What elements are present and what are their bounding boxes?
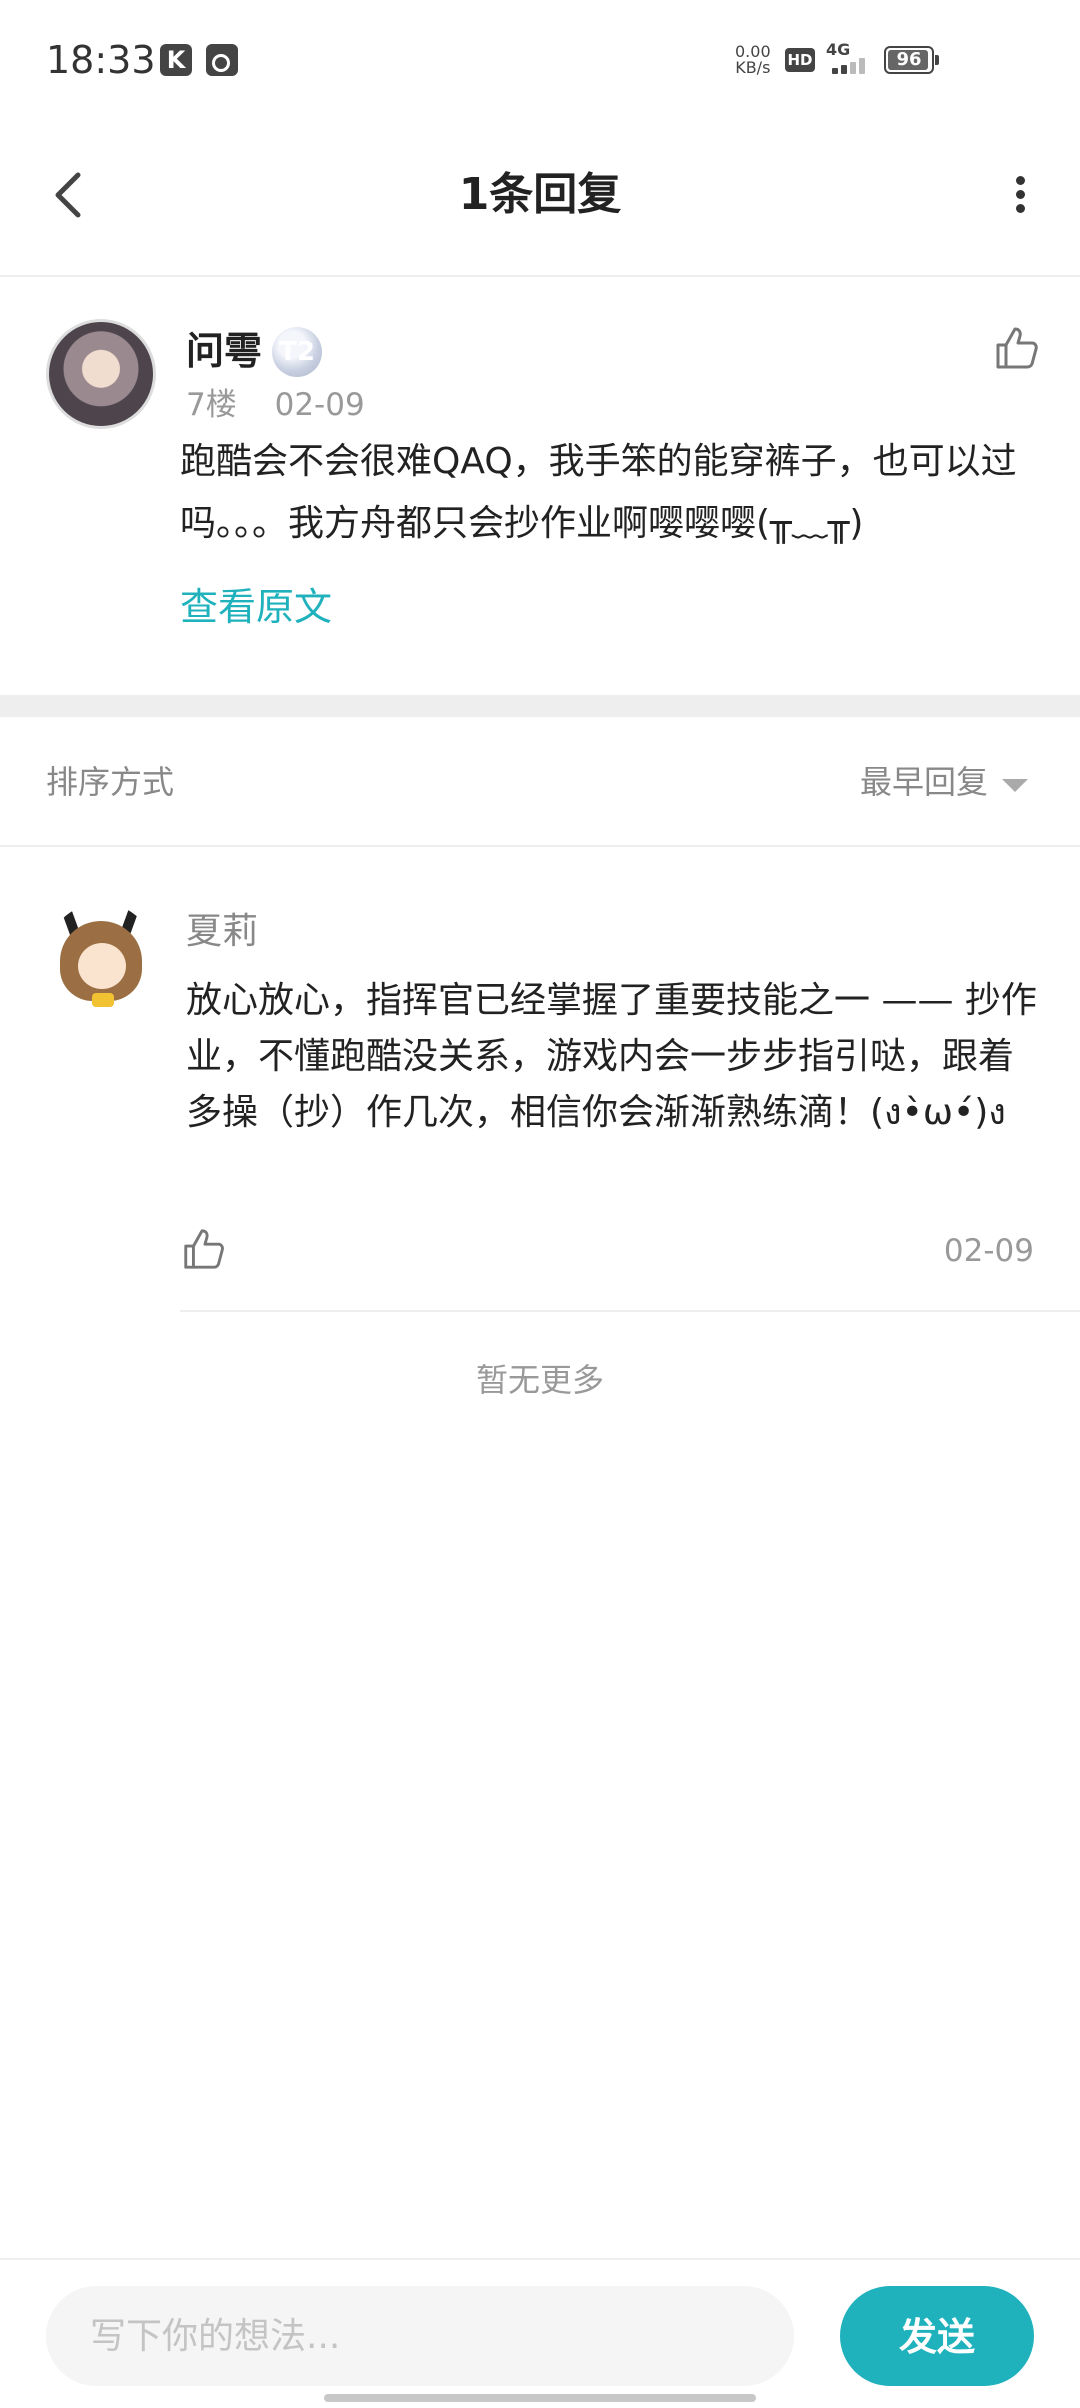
reply-avatar[interactable] [46, 903, 156, 1013]
view-original-link[interactable]: 查看原文 [180, 577, 332, 637]
original-comment: 问雩 T2 7楼 02-09 跑酷会不会很难QAQ，我手笨的能穿裤子，也可以过吗… [0, 277, 1080, 695]
status-bar: 18:33 K 0.00 KB/s HD 4G 96 [0, 0, 1080, 120]
network-speed-unit: KB/s [735, 58, 771, 77]
section-divider [0, 695, 1080, 717]
thumbs-up-icon [996, 327, 1038, 369]
avatar[interactable] [46, 319, 156, 429]
top-app-bar: 1条回复 [0, 120, 1080, 277]
user-level-badge: T2 [272, 327, 322, 377]
no-more-text: 暂无更多 [475, 1361, 604, 1399]
post-meta: 7楼 02-09 [186, 385, 365, 425]
comment-input[interactable] [46, 2286, 794, 2386]
sort-dropdown[interactable]: 最早回复 [860, 757, 1028, 807]
reply-username[interactable]: 夏莉 [186, 907, 258, 957]
app-notification-icon: K [160, 44, 192, 76]
thumbs-up-icon [184, 1229, 224, 1269]
floor-number: 7楼 [186, 387, 237, 423]
sort-selected-value: 最早回复 [859, 763, 988, 801]
like-button[interactable] [992, 323, 1042, 373]
post-content: 跑酷会不会很难QAQ，我手笨的能穿裤子，也可以过吗。。。我方舟都只会抄作业啊嘤嘤… [180, 441, 1017, 544]
reply-divider [180, 1310, 1080, 1312]
reply-item: 夏莉 放心放心，指挥官已经掌握了重要技能之一 —— 抄作业，不懂跑酷没关系，游戏… [0, 847, 1080, 1313]
reply-date: 02-09 [943, 1233, 1034, 1269]
more-options-button[interactable] [990, 160, 1050, 230]
reply-page: 18:33 K 0.00 KB/s HD 4G 96 1条回复 问雩 T2 7楼… [0, 0, 1080, 2408]
comment-bar: 发送 [0, 2258, 1080, 2408]
send-button[interactable]: 发送 [840, 2286, 1034, 2386]
post-date: 02-09 [274, 387, 365, 423]
hd-icon: HD [785, 48, 815, 72]
page-title: 1条回复 [458, 169, 622, 220]
network-speed: 0.00 KB/s [735, 44, 771, 76]
home-indicator[interactable] [324, 2394, 756, 2402]
sort-bar: 排序方式 最早回复 [0, 717, 1080, 847]
sort-label: 排序方式 [46, 763, 175, 801]
caret-down-icon [1002, 779, 1028, 792]
status-time: 18:33 [46, 38, 156, 82]
signal-icon [832, 56, 874, 74]
reply-like-button[interactable] [180, 1225, 228, 1273]
battery-tip [935, 55, 939, 65]
cloud-app-icon [206, 44, 238, 76]
reply-content: 放心放心，指挥官已经掌握了重要技能之一 —— 抄作业，不懂跑酷没关系，游戏内会一… [186, 980, 1037, 1133]
battery-icon: 96 [884, 46, 934, 74]
post-username[interactable]: 问雩 [186, 321, 262, 381]
battery-percent: 96 [896, 49, 922, 70]
